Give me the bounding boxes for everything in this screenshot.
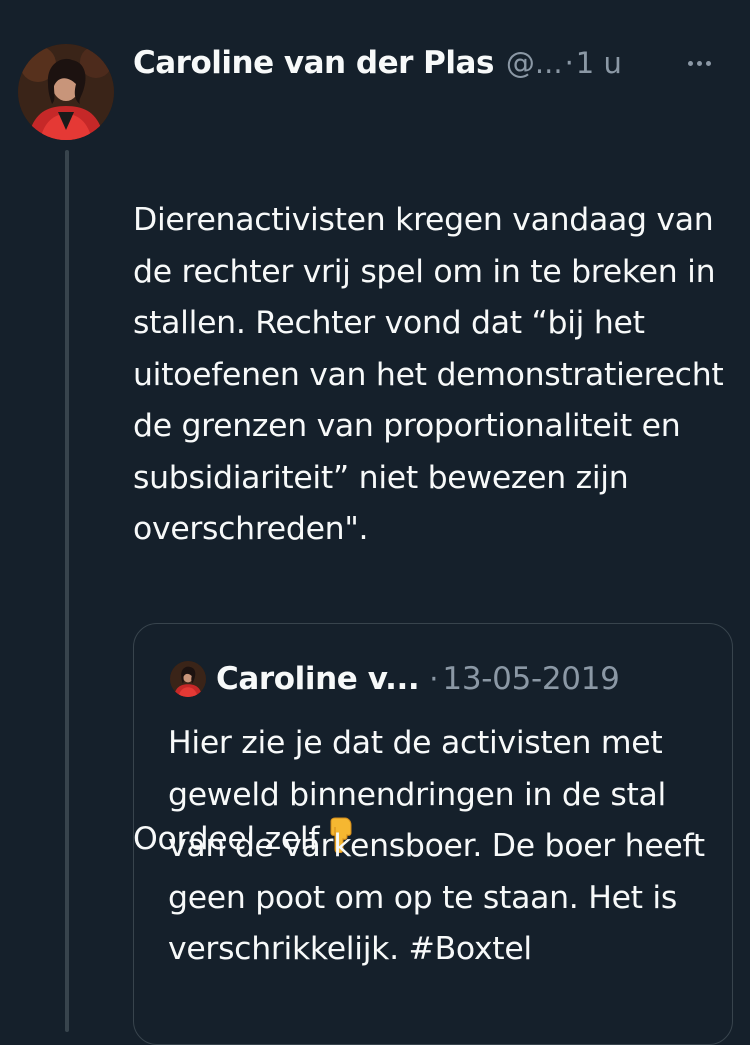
thread-connector-line	[65, 150, 69, 1032]
tweet-header: Caroline van der Plas @... · 1 u	[133, 40, 733, 86]
separator-dot: ·	[564, 46, 574, 80]
quoted-tweet-text: Hier zie je dat de activisten met geweld…	[168, 725, 705, 967]
author-name[interactable]: Caroline van der Plas	[133, 45, 494, 81]
quoted-tweet-card[interactable]: Caroline v... · 13-05-2019 Hier zie je d…	[133, 623, 733, 1045]
quoted-tweet-date: 13-05-2019	[442, 661, 620, 697]
author-avatar[interactable]	[18, 44, 114, 140]
author-handle[interactable]: @...	[506, 46, 563, 80]
quoted-tweet-header: Caroline v... · 13-05-2019	[170, 658, 620, 700]
quoted-author-name: Caroline v...	[216, 661, 420, 697]
tweet-timestamp[interactable]: 1 u	[576, 46, 622, 80]
quoted-author-avatar	[170, 661, 206, 697]
separator-dot: ·	[429, 662, 439, 696]
tweet-text-paragraph: Dierenactivisten kregen vandaag van de r…	[133, 202, 734, 547]
more-options-icon[interactable]	[681, 40, 717, 86]
